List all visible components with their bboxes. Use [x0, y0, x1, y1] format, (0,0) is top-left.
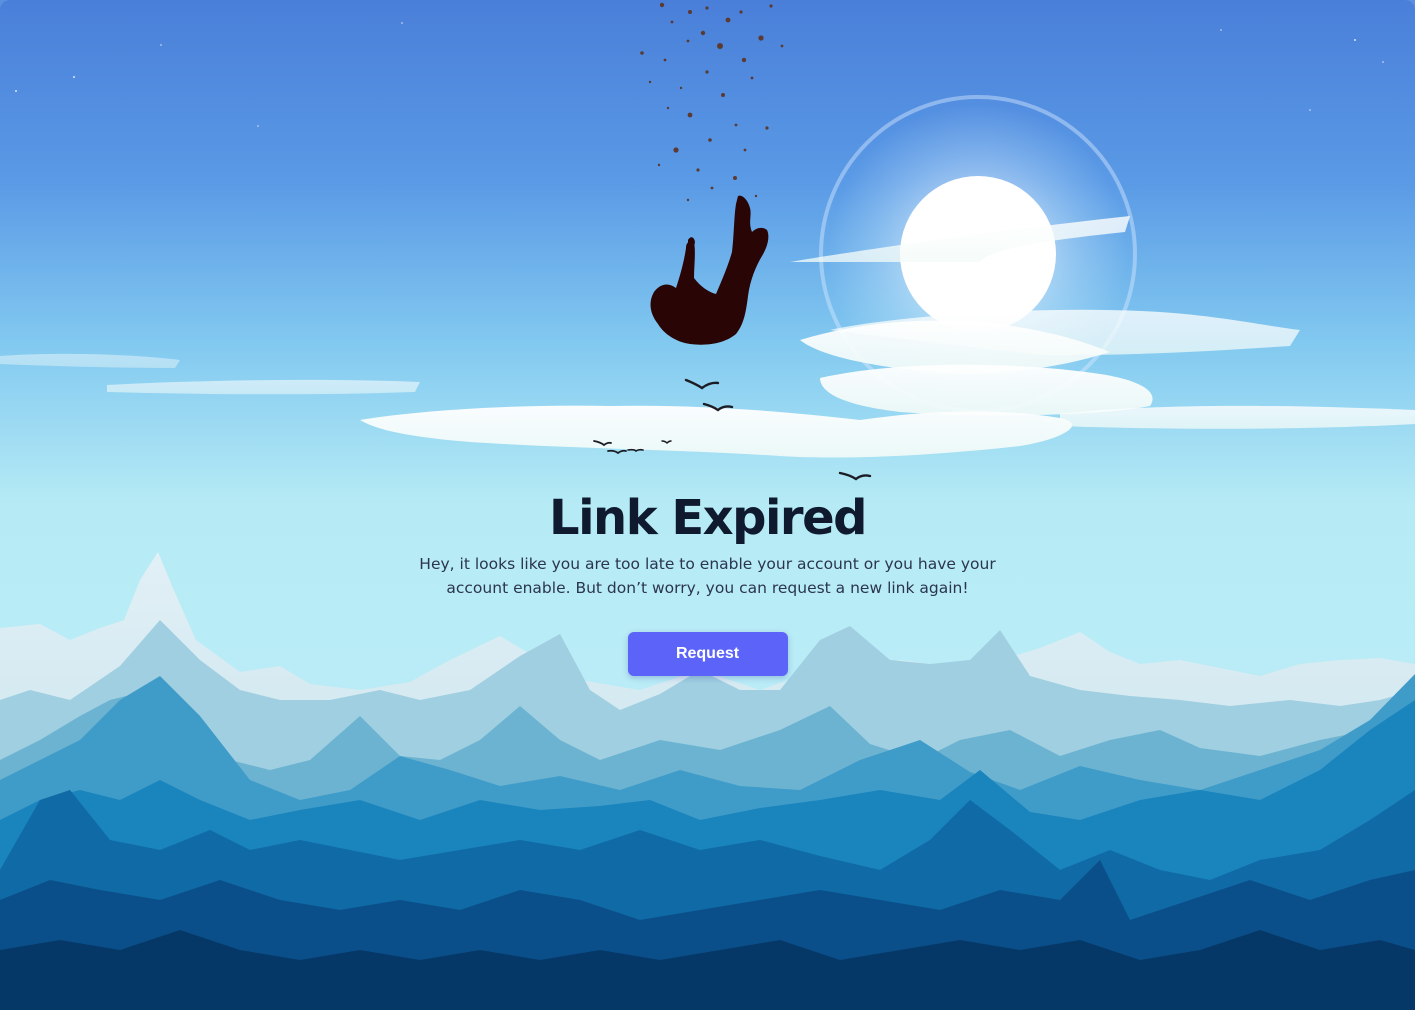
- error-message: Hey, it looks like you are too late to e…: [419, 555, 996, 597]
- request-button[interactable]: Request: [627, 632, 788, 676]
- link-expired-page: Link Expired Hey, it looks like you are …: [0, 0, 1415, 1010]
- error-content: Link Expired Hey, it looks like you are …: [0, 488, 1415, 676]
- page-title: Link Expired: [549, 490, 868, 546]
